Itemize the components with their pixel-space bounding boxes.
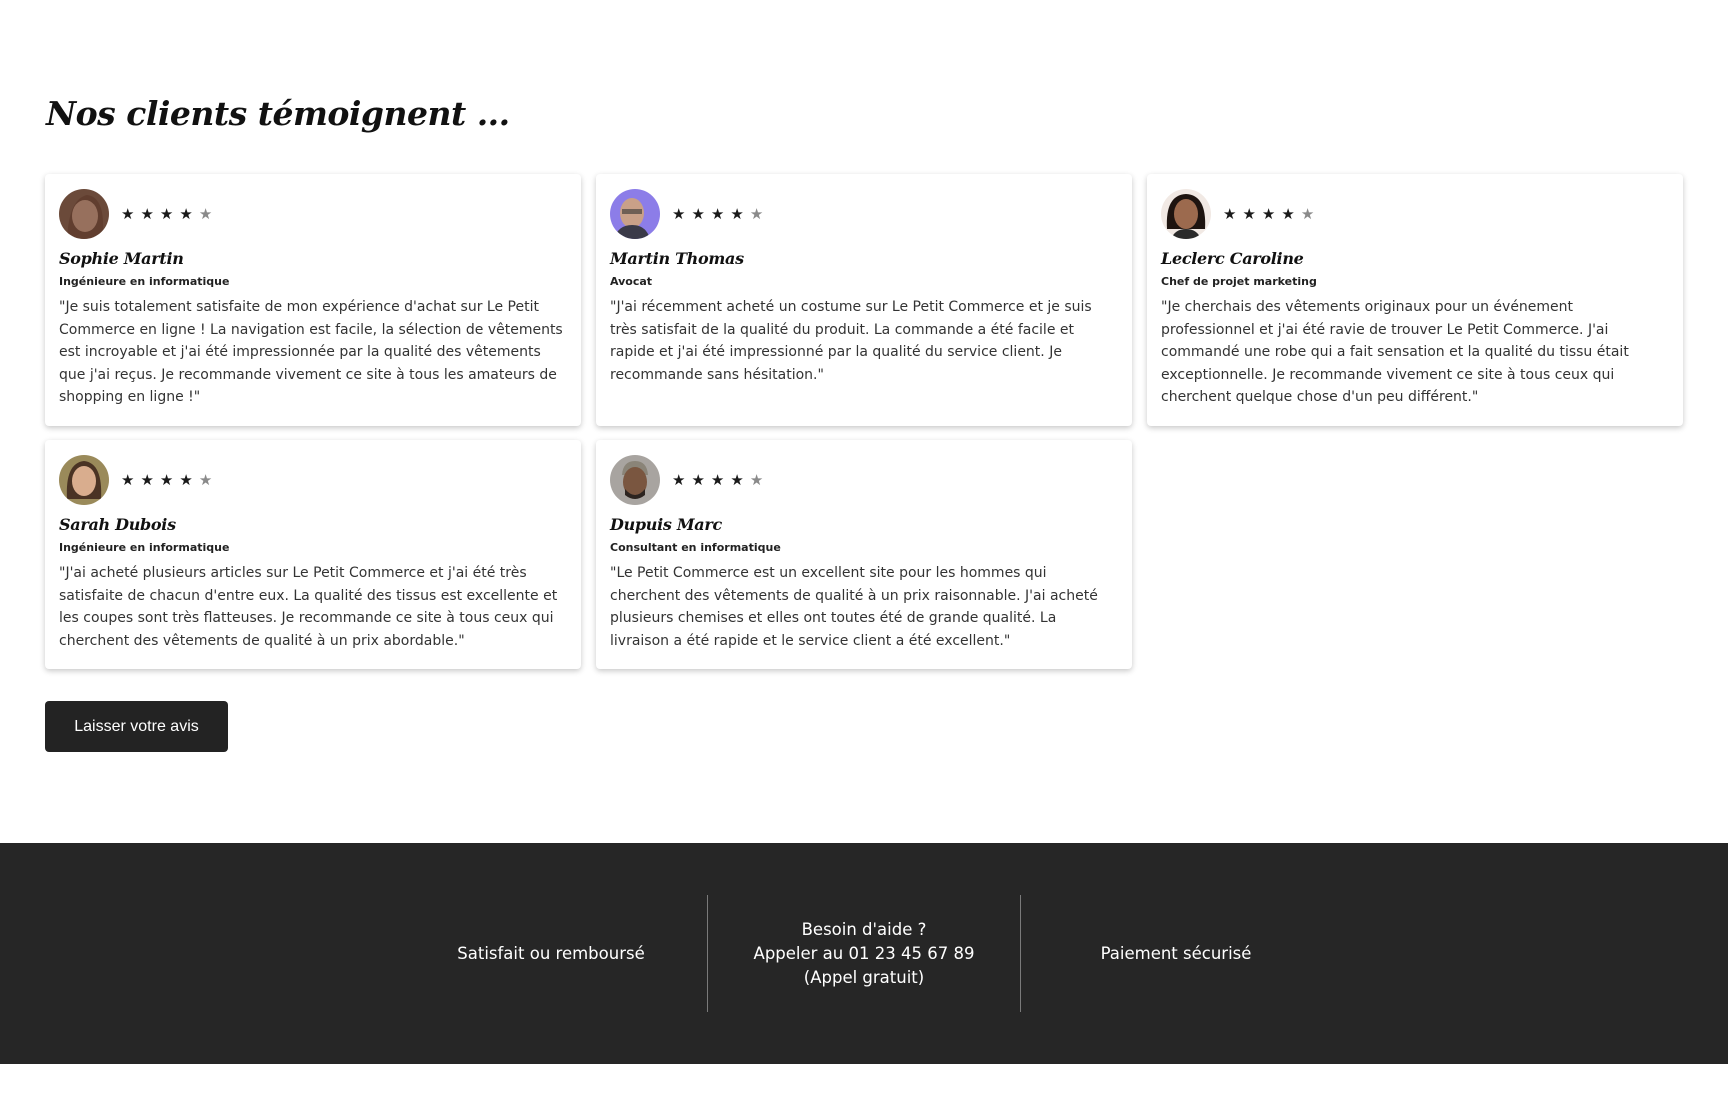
footer-payment: Paiement sécurisé	[1021, 895, 1331, 1012]
footer-guarantee-text: Satisfait ou remboursé	[457, 943, 645, 963]
star-filled-icon: ★	[691, 204, 705, 223]
star-filled-icon: ★	[730, 470, 744, 489]
star-filled-icon: ★	[691, 470, 705, 489]
reviewer-role: Ingénieure en informatique	[59, 541, 230, 554]
star-filled-icon: ★	[1281, 204, 1295, 223]
star-empty-icon: ★	[749, 204, 764, 223]
star-empty-icon: ★	[198, 204, 213, 223]
testimonial-card: ★ ★ ★ ★ ★ Sophie Martin Ingénieure en in…	[45, 174, 581, 426]
review-text: "J'ai récemment acheté un costume sur Le…	[610, 299, 1092, 383]
avatar	[59, 455, 109, 505]
footer-help: Besoin d'aide ? Appeler au 01 23 45 67 8…	[708, 895, 1020, 1012]
reviewer-role: Avocat	[610, 275, 653, 288]
leave-review-button[interactable]: Laisser votre avis	[45, 701, 228, 752]
rating-stars: ★ ★ ★ ★ ★	[121, 470, 213, 489]
reviewer-name: Sophie Martin	[59, 249, 184, 268]
reviewer-role: Ingénieure en informatique	[59, 275, 230, 288]
avatar	[610, 455, 660, 505]
star-filled-icon: ★	[672, 470, 686, 489]
star-filled-icon: ★	[121, 204, 135, 223]
star-filled-icon: ★	[710, 204, 725, 223]
star-empty-icon: ★	[1300, 204, 1315, 223]
avatar	[59, 189, 109, 239]
reviewer-name: Dupuis Marc	[610, 515, 722, 534]
star-filled-icon: ★	[140, 204, 154, 223]
review-text: "Le Petit Commerce est un excellent site…	[610, 565, 1098, 649]
star-filled-icon: ★	[672, 204, 686, 223]
rating-stars: ★ ★ ★ ★ ★	[672, 470, 764, 489]
footer-help-phone[interactable]: Appeler au 01 23 45 67 89	[754, 942, 975, 966]
star-filled-icon: ★	[121, 470, 135, 489]
rating-stars: ★ ★ ★ ★ ★	[672, 204, 764, 223]
reviewer-name: Leclerc Caroline	[1161, 249, 1304, 268]
section-title: Nos clients témoignent ...	[46, 94, 510, 133]
rating-stars: ★ ★ ★ ★ ★	[1223, 204, 1315, 223]
star-filled-icon: ★	[730, 204, 744, 223]
testimonial-card: ★ ★ ★ ★ ★ Dupuis Marc Consultant en info…	[596, 440, 1132, 669]
footer-help-title: Besoin d'aide ?	[801, 919, 927, 939]
reviewer-name: Sarah Dubois	[59, 515, 176, 534]
star-filled-icon: ★	[1261, 204, 1276, 223]
star-filled-icon: ★	[1242, 204, 1256, 223]
star-filled-icon: ★	[710, 470, 725, 489]
footer-payment-text: Paiement sécurisé	[1100, 943, 1252, 963]
reviewer-role: Consultant en informatique	[610, 541, 781, 554]
star-filled-icon: ★	[140, 470, 154, 489]
avatar	[610, 189, 660, 239]
testimonial-card: ★ ★ ★ ★ ★ Sarah Dubois Ingénieure en inf…	[45, 440, 581, 669]
star-filled-icon: ★	[179, 204, 193, 223]
star-empty-icon: ★	[198, 470, 213, 489]
star-filled-icon: ★	[159, 204, 174, 223]
footer-help-note: (Appel gratuit)	[803, 967, 925, 987]
footer-guarantee: Satisfait ou remboursé	[420, 895, 682, 1012]
star-empty-icon: ★	[749, 470, 764, 489]
avatar	[1161, 189, 1211, 239]
rating-stars: ★ ★ ★ ★ ★	[121, 204, 213, 223]
reviewer-name: Martin Thomas	[610, 249, 744, 268]
review-text: "Je suis totalement satisfaite de mon ex…	[59, 299, 563, 405]
star-filled-icon: ★	[179, 470, 193, 489]
star-filled-icon: ★	[159, 470, 174, 489]
review-text: "J'ai acheté plusieurs articles sur Le P…	[59, 565, 558, 649]
testimonial-card: ★ ★ ★ ★ ★ Martin Thomas Avocat "J'ai réc…	[596, 174, 1132, 426]
testimonial-card: ★ ★ ★ ★ ★ Leclerc Caroline Chef de proje…	[1147, 174, 1683, 426]
review-text: "Je cherchais des vêtements originaux po…	[1161, 299, 1629, 405]
star-filled-icon: ★	[1223, 204, 1237, 223]
reviewer-role: Chef de projet marketing	[1161, 275, 1317, 288]
footer: Satisfait ou remboursé Besoin d'aide ? A…	[0, 843, 1728, 1064]
